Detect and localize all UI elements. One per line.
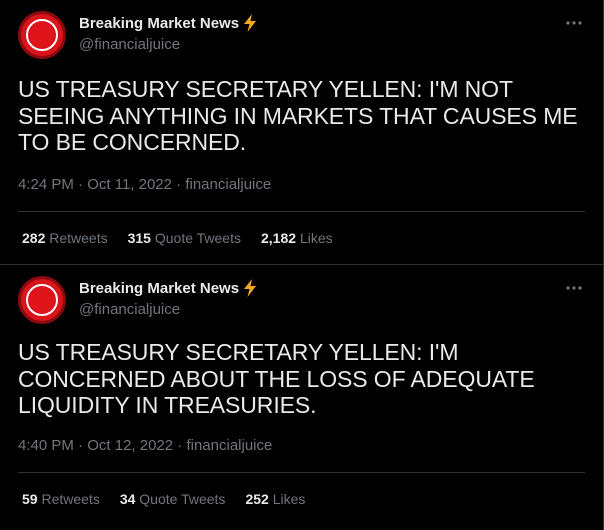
meta-separator: · (73, 437, 88, 454)
avatar[interactable] (18, 276, 66, 324)
tweet-text: US TREASURY SECRETARY YELLEN: I'M CONCER… (18, 339, 535, 418)
author-row: Breaking Market News (79, 14, 257, 32)
author-row: Breaking Market News (79, 279, 257, 297)
quote-tweets-stat[interactable]: 34 Quote Tweets (120, 491, 226, 507)
quote-tweets-stat[interactable]: 315 Quote Tweets (128, 230, 241, 246)
likes-stat[interactable]: 2,182 Likes (261, 230, 333, 246)
tweet-meta: 4:24 PM · Oct 11, 2022 · financialjuice (18, 176, 271, 193)
lightning-bolt-icon (243, 279, 257, 297)
retweets-label: Retweets (41, 491, 100, 507)
tweet-time[interactable]: 4:40 PM (18, 437, 74, 454)
likes-stat[interactable]: 252 Likes (245, 491, 305, 507)
tweet-date[interactable]: Oct 12, 2022 (87, 437, 173, 454)
meta-separator: · (173, 437, 187, 454)
tweet-source[interactable]: financialjuice (185, 176, 271, 193)
more-options-icon[interactable] (564, 14, 584, 32)
quotes-label: Quote Tweets (154, 230, 241, 246)
retweets-label: Retweets (49, 230, 108, 246)
quotes-count: 34 (119, 491, 136, 507)
display-name[interactable]: Breaking Market News (79, 15, 239, 32)
tweet-source[interactable]: financialjuice (186, 437, 272, 454)
handle[interactable]: @financialjuice (79, 36, 180, 53)
meta-separator: · (172, 176, 186, 193)
tweet-stats: 282 Retweets 315 Quote Tweets 2,182 Like… (22, 230, 333, 246)
likes-label: Likes (272, 491, 306, 507)
tweet-time[interactable]: 4:24 PM (18, 176, 74, 193)
handle[interactable]: @financialjuice (79, 301, 180, 318)
retweets-count: 59 (22, 491, 38, 507)
avatar[interactable] (18, 11, 66, 59)
tweet-stats: 59 Retweets 34 Quote Tweets 252 Likes (22, 491, 305, 507)
retweets-stat[interactable]: 282 Retweets (22, 230, 108, 246)
lightning-bolt-icon (243, 14, 257, 32)
tweet-meta: 4:40 PM · Oct 12, 2022 · financialjuice (18, 437, 272, 454)
tweet-text: US TREASURY SECRETARY YELLEN: I'M NOT SE… (18, 76, 578, 155)
retweets-count: 282 (22, 230, 46, 246)
likes-count: 2,182 (261, 230, 297, 246)
quotes-count: 315 (127, 230, 151, 246)
likes-count: 252 (245, 491, 269, 507)
display-name[interactable]: Breaking Market News (79, 280, 239, 297)
tweet-date[interactable]: Oct 11, 2022 (87, 176, 172, 193)
retweets-stat[interactable]: 59 Retweets (22, 491, 100, 507)
divider (18, 472, 585, 473)
likes-label: Likes (299, 230, 333, 246)
divider (18, 211, 585, 212)
meta-separator: · (73, 176, 88, 193)
tweet[interactable]: Breaking Market News @financialjuice US … (0, 0, 604, 265)
more-options-icon[interactable] (564, 279, 584, 297)
quotes-label: Quote Tweets (139, 491, 226, 507)
tweet[interactable]: Breaking Market News @financialjuice US … (0, 265, 604, 530)
